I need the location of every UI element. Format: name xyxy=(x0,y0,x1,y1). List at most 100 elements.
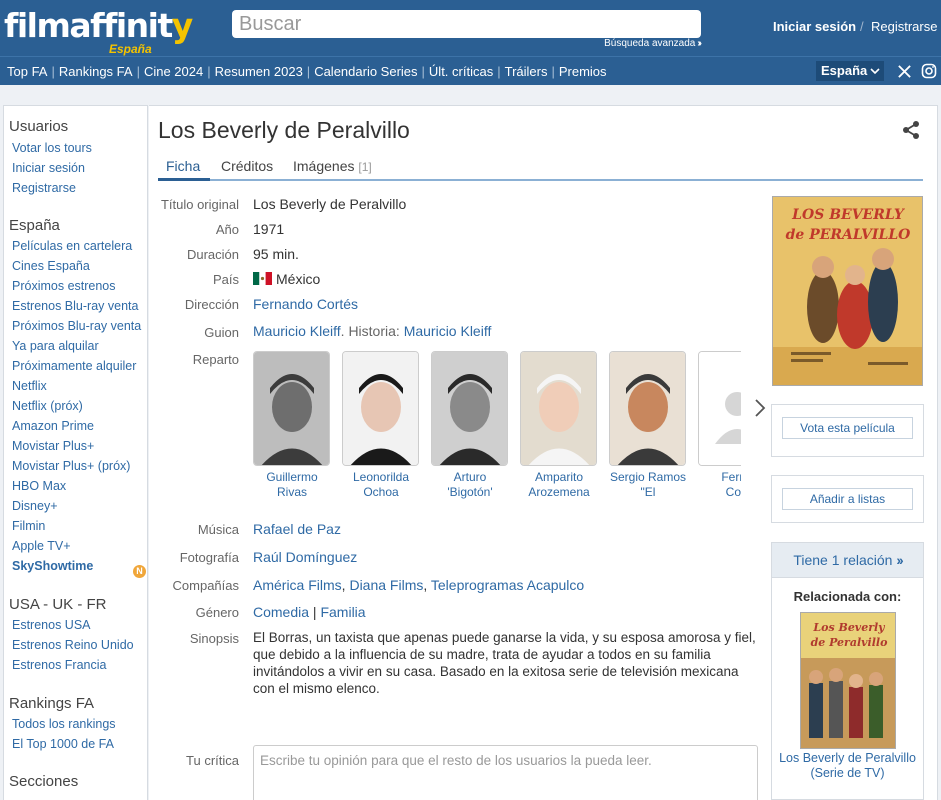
cast-member[interactable]: Arturo'Bigotón' Castro xyxy=(431,351,509,501)
nav-item[interactable]: Top FA xyxy=(7,64,47,79)
country-selector[interactable]: España xyxy=(816,61,884,81)
nav-item[interactable]: Rankings FA xyxy=(59,64,133,79)
genre-link[interactable]: Familia xyxy=(320,604,365,620)
nav-separator: | xyxy=(497,64,501,79)
relations-toggle[interactable]: Tiene 1 relación ›› xyxy=(771,542,924,578)
advanced-search-link[interactable]: Búsqueda avanzada ›› xyxy=(604,38,702,49)
label-duration: Duración xyxy=(186,247,239,262)
nav-item[interactable]: Resumen 2023 xyxy=(215,64,303,79)
tab-ficha[interactable]: Ficha xyxy=(166,158,200,174)
login-link[interactable]: Iniciar sesión xyxy=(773,19,856,34)
music-link[interactable]: Rafael de Paz xyxy=(253,521,341,537)
cast-photo[interactable] xyxy=(431,351,508,466)
nav-items: Top FA | Rankings FA | Cine 2024 | Resumen 202… xyxy=(7,64,607,79)
related-poster[interactable]: Los Beverly de Peralvillo xyxy=(800,612,896,749)
cast-photo[interactable] xyxy=(342,351,419,466)
label-original-title: Título original xyxy=(160,197,239,212)
tab-imagenes[interactable]: Imágenes [1] xyxy=(293,158,372,174)
label-genre: Género xyxy=(195,605,239,620)
nav-item[interactable]: Últ. críticas xyxy=(429,64,493,79)
cast-name[interactable]: FernaCort xyxy=(698,470,741,500)
sidebar-link[interactable]: El Top 1000 de FA xyxy=(12,737,114,751)
cast-member[interactable]: FernaCort xyxy=(698,351,741,500)
sidebar-link[interactable]: Todos los rankings xyxy=(12,717,116,731)
cast-photo[interactable] xyxy=(520,351,597,466)
cast-name-line: "El Comanche" xyxy=(617,485,679,501)
related-title-link[interactable]: Los Beverly de Peralvillo (Serie de TV) xyxy=(771,751,924,781)
search-input[interactable] xyxy=(232,10,701,38)
sidebar-link[interactable]: Registrarse xyxy=(12,181,76,195)
nav-item[interactable]: Premios xyxy=(559,64,607,79)
sidebar-link[interactable]: Filmin xyxy=(12,519,45,533)
review-textarea[interactable] xyxy=(253,745,758,800)
sidebar-link[interactable]: Estrenos Blu-ray venta xyxy=(12,299,138,313)
vote-button[interactable]: Vota esta película xyxy=(782,417,913,439)
sidebar-link[interactable]: SkyShowtime xyxy=(12,559,93,573)
sidebar-link[interactable]: Movistar Plus+ xyxy=(12,439,94,453)
cast-name[interactable]: Arturo'Bigotón' Castro xyxy=(431,470,509,501)
sidebar-section-title: España xyxy=(9,217,60,234)
share-icon[interactable] xyxy=(901,120,921,140)
country-value: México xyxy=(253,271,320,287)
nav-item[interactable]: Calendario Series xyxy=(314,64,417,79)
cast-name-line: Ochoa xyxy=(363,485,399,499)
related-poster-title-1: Los Beverly xyxy=(812,621,886,634)
register-link[interactable]: Registrarse xyxy=(871,19,937,34)
left-sidebar: Usuarios Votar los tours Iniciar sesión Reg… xyxy=(3,105,148,800)
sidebar-link[interactable]: HBO Max xyxy=(12,479,66,493)
nav-item[interactable]: Cine 2024 xyxy=(144,64,203,79)
sidebar-link[interactable]: Estrenos USA xyxy=(12,618,91,632)
cast-member[interactable]: Amparito Arozemena xyxy=(520,351,598,500)
cast-photo[interactable] xyxy=(609,351,686,466)
story-label: . Historia: xyxy=(340,323,404,339)
add-to-list-button[interactable]: Añadir a listas xyxy=(782,488,913,510)
sidebar-link[interactable]: Estrenos Francia xyxy=(12,658,106,672)
cast-name[interactable]: Amparito Arozemena xyxy=(520,470,598,500)
sidebar-link[interactable]: Próximos estrenos xyxy=(12,279,116,293)
nav-separator: | xyxy=(207,64,211,79)
director-link[interactable]: Fernando Cortés xyxy=(253,296,358,312)
photography-link[interactable]: Raúl Domínguez xyxy=(253,549,357,565)
genre-link[interactable]: Comedia xyxy=(253,604,309,620)
cast-name[interactable]: Guillermo Rivas xyxy=(253,470,331,500)
sidebar-link[interactable]: Netflix xyxy=(12,379,47,393)
x-icon[interactable] xyxy=(897,64,912,79)
double-chevron-icon: ›› xyxy=(697,38,701,49)
header-separator: / xyxy=(860,19,864,34)
movie-poster[interactable]: LOS BEVERLY de PERALVILLO xyxy=(772,196,923,386)
screenplay-link[interactable]: Mauricio Kleiff xyxy=(253,323,341,339)
sidebar-link[interactable]: Votar los tours xyxy=(12,141,92,155)
cast-photo[interactable] xyxy=(253,351,330,466)
cast-name[interactable]: Leonorilda Ochoa xyxy=(342,470,420,500)
sidebar-link[interactable]: Próximos Blu-ray venta xyxy=(12,319,141,333)
sidebar-link[interactable]: Cines España xyxy=(12,259,90,273)
sidebar-link[interactable]: Movistar Plus+ (próx) xyxy=(12,459,130,473)
sidebar-link[interactable]: Próximamente alquiler xyxy=(12,359,136,373)
sidebar-link[interactable]: Amazon Prime xyxy=(12,419,94,433)
company-link[interactable]: América Films xyxy=(253,577,342,593)
sidebar-link[interactable]: Estrenos Reino Unido xyxy=(12,638,134,652)
sidebar-link[interactable]: Iniciar sesión xyxy=(12,161,85,175)
sidebar-link[interactable]: Ya para alquilar xyxy=(12,339,99,353)
chevron-right-icon[interactable] xyxy=(754,398,766,418)
cast-member[interactable]: Leonorilda Ochoa xyxy=(342,351,420,500)
nav-item[interactable]: Tráilers xyxy=(505,64,548,79)
sidebar-link[interactable]: Disney+ xyxy=(12,499,58,513)
instagram-icon[interactable] xyxy=(921,63,937,79)
cast-member[interactable]: Guillermo Rivas xyxy=(253,351,331,500)
company-link[interactable]: Diana Films xyxy=(349,577,423,593)
company-link[interactable]: Teleprogramas Acapulco xyxy=(431,577,584,593)
original-title-value: Los Beverly de Peralvillo xyxy=(253,196,407,212)
filmaffinity-logo[interactable]: filmaffinity España xyxy=(4,4,193,56)
related-poster-image: Los Beverly de Peralvillo xyxy=(801,613,895,748)
cast-member[interactable]: Sergio Ramos"El Comanche" xyxy=(609,351,687,501)
placeholder-avatar[interactable] xyxy=(698,351,741,466)
label-director: Dirección xyxy=(184,297,239,312)
sidebar-link[interactable]: Apple TV+ xyxy=(12,539,71,553)
sidebar-link[interactable]: Netflix (próx) xyxy=(12,399,83,413)
tab-creditos[interactable]: Créditos xyxy=(221,158,273,174)
story-link[interactable]: Mauricio Kleiff xyxy=(404,323,492,339)
main-nav: Top FA | Rankings FA | Cine 2024 | Resumen 202… xyxy=(0,56,941,85)
cast-name[interactable]: Sergio Ramos"El Comanche" xyxy=(609,470,687,501)
sidebar-link[interactable]: Películas en cartelera xyxy=(12,239,132,253)
